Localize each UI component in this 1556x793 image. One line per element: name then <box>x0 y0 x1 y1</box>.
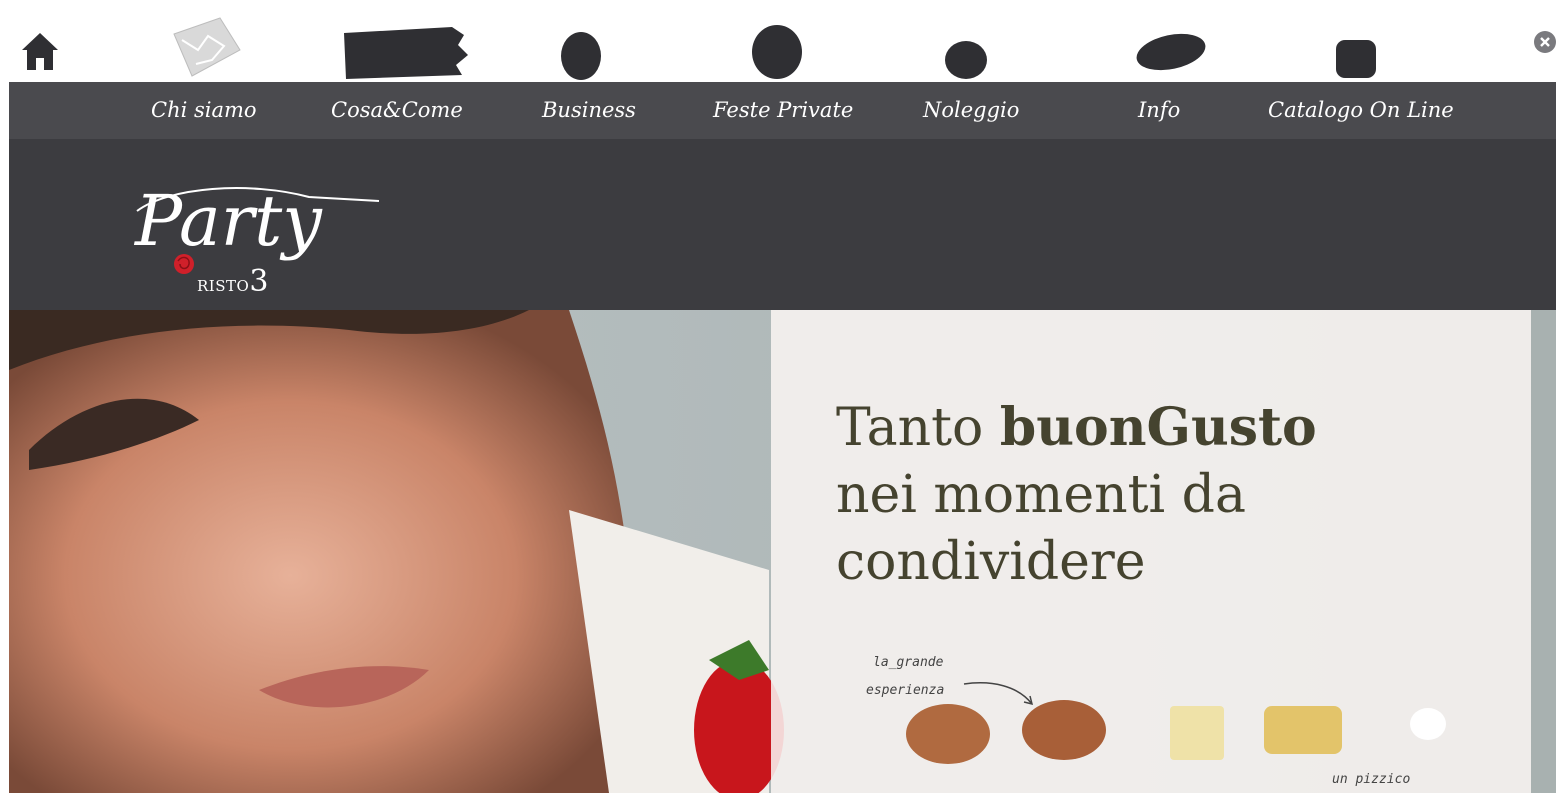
oval-blob-icon <box>561 32 601 80</box>
logo-script-text: Party <box>133 180 323 262</box>
home-icon[interactable] <box>20 30 60 72</box>
nav-item-info[interactable]: Info <box>1138 82 1180 139</box>
site-logo[interactable]: Party RISTO3 <box>9 139 429 310</box>
headline-part1: Tanto <box>836 398 1000 458</box>
nav-item-cosa-come[interactable]: Cosa&Come <box>331 82 463 139</box>
nav-item-business[interactable]: Business <box>542 82 636 139</box>
nav-item-chi-siamo[interactable]: Chi siamo <box>151 82 257 139</box>
note-la-grande: la_grande <box>873 655 944 670</box>
note-pizzico: un pizzico <box>1332 772 1411 787</box>
hero-headline: Tanto buonGusto nei momenti da condivide… <box>836 394 1476 596</box>
logo-band: Party RISTO3 <box>9 139 1556 310</box>
headline-line2: nei momenti da <box>836 465 1246 525</box>
note-esperienza: esperienza <box>866 683 945 698</box>
headline-bold: buonGusto <box>999 397 1317 458</box>
top-icon-strip <box>0 0 1556 82</box>
salt-illustration <box>1410 708 1446 740</box>
nav-item-catalogo-online[interactable]: Catalogo On Line <box>1268 82 1454 139</box>
nav-item-noleggio[interactable]: Noleggio <box>923 82 1019 139</box>
logo-brand-number: 3 <box>249 264 269 299</box>
brush-stroke-icon <box>344 27 468 79</box>
pasta-illustration <box>1264 706 1342 754</box>
red-spiral-icon <box>174 254 194 274</box>
main-nav: Chi siamo Cosa&Come Business Feste Priva… <box>9 82 1556 139</box>
logo-script: Party <box>133 180 380 262</box>
eggs-illustration <box>906 700 1106 764</box>
headline-line3: condividere <box>836 532 1146 592</box>
close-icon[interactable] <box>1533 30 1556 54</box>
butter-illustration <box>1170 706 1224 760</box>
crumpled-paper-icon <box>173 17 241 77</box>
logo-brand-text: RISTO <box>197 277 250 295</box>
small-dot-icon <box>945 41 987 79</box>
pebble-icon <box>1136 33 1206 71</box>
round-blob-icon <box>752 25 802 79</box>
square-blob-icon <box>1336 40 1376 78</box>
nav-item-feste-private[interactable]: Feste Private <box>713 82 853 139</box>
logo-brand: RISTO3 <box>197 264 269 299</box>
